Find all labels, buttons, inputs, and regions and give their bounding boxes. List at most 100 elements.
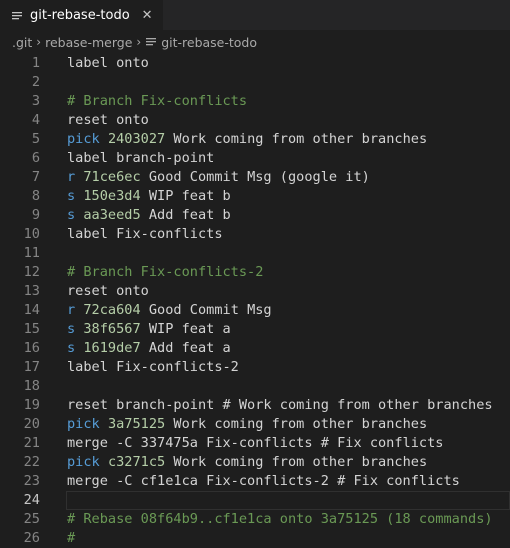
code-token: 2403027 [107, 131, 166, 147]
close-icon[interactable]: ✕ [142, 9, 153, 22]
code-token: 3a75125 [107, 416, 166, 432]
code-line[interactable]: 5 pick 2403027 Work coming from other bra… [0, 130, 510, 149]
code-text: r 72ca604 Good Commit Msg [40, 301, 272, 320]
code-text: reset onto [40, 111, 149, 130]
current-line-highlight [66, 491, 510, 510]
code-token: r [67, 302, 76, 318]
code-token: # [67, 530, 76, 546]
code-line[interactable]: 13 reset onto [0, 282, 510, 301]
code-token: Work coming from other branches [165, 454, 428, 470]
code-line[interactable]: 11 [0, 244, 510, 263]
code-line[interactable]: 12 # Branch Fix-conflicts-2 [0, 263, 510, 282]
breadcrumb-item-rebase-merge[interactable]: rebase-merge [45, 35, 132, 50]
line-number: 17 [23, 359, 40, 375]
code-line[interactable]: 6 label branch-point [0, 149, 510, 168]
chevron-right-icon: › [136, 35, 142, 49]
code-token: s [67, 207, 76, 223]
code-token: label Fix-conflicts-2 [67, 359, 239, 375]
code-line[interactable]: 22 pick c3271c5 Work coming from other br… [0, 453, 510, 472]
code-text: label Fix-conflicts [40, 225, 223, 244]
code-token: pick [67, 131, 100, 147]
code-line[interactable]: 26 # [0, 529, 510, 548]
code-token: reset onto [67, 112, 149, 128]
line-number: 12 [23, 264, 40, 280]
line-number: 16 [23, 340, 40, 356]
code-text: reset branch-point # Work coming from ot… [40, 396, 493, 415]
code-line[interactable]: 18 [0, 377, 510, 396]
code-text: # Branch Fix-conflicts-2 [40, 263, 263, 282]
file-lines-icon [145, 36, 157, 48]
line-number: 15 [23, 321, 40, 337]
code-text: label branch-point [40, 149, 214, 168]
code-token: WIP feat b [140, 188, 231, 204]
tab-bar: git-rebase-todo ✕ [0, 0, 510, 30]
line-number: 14 [23, 302, 40, 318]
code-token: 150e3d4 [83, 188, 141, 204]
line-number: 26 [23, 530, 40, 546]
code-text: pick c3271c5 Work coming from other bran… [40, 453, 427, 472]
code-token: aa3eed5 [83, 207, 141, 223]
code-text: merge -C cf1e1ca Fix-conflicts-2 # Fix c… [40, 472, 460, 491]
line-number: 6 [31, 150, 40, 166]
code-token: label branch-point [67, 150, 215, 166]
code-token: reset branch-point # Work coming from ot… [67, 397, 493, 413]
code-editor[interactable]: 1 label onto 2 3 # Branch Fix-conflicts 4 rese… [0, 54, 510, 548]
code-line[interactable]: 15 s 38f6567 WIP feat a [0, 320, 510, 339]
code-token: merge -C cf1e1ca Fix-conflicts-2 # Fix c… [67, 473, 460, 489]
code-text: r 71ce6ec Good Commit Msg (google it) [40, 168, 370, 187]
code-token: s [67, 188, 76, 204]
code-token: s [67, 321, 76, 337]
code-text: s 150e3d4 WIP feat b [40, 187, 231, 206]
line-number: 9 [31, 207, 40, 223]
code-line[interactable]: 8s 150e3d4 WIP feat b [0, 187, 510, 206]
code-text: s aa3eed5 Add feat b [40, 206, 231, 225]
code-line[interactable]: 21 merge -C 337475a Fix-conflicts # Fix c… [0, 434, 510, 453]
line-number: 8 [31, 188, 40, 204]
code-text: # [40, 529, 75, 548]
code-line[interactable]: 14 r 72ca604 Good Commit Msg [0, 301, 510, 320]
line-number: 10 [23, 226, 40, 242]
code-line[interactable]: 23 merge -C cf1e1ca Fix-conflicts-2 # Fix… [0, 472, 510, 491]
code-line[interactable]: 19 reset branch-point # Work coming from … [0, 396, 510, 415]
code-text: reset onto [40, 282, 149, 301]
code-token: # Branch Fix-conflicts [67, 93, 248, 109]
chevron-right-icon: › [36, 35, 42, 49]
line-number: 3 [31, 93, 40, 109]
line-number: 1 [31, 55, 40, 71]
code-line[interactable]: 9s aa3eed5 Add feat b [0, 206, 510, 225]
code-line[interactable]: 3 # Branch Fix-conflicts [0, 92, 510, 111]
code-text: pick 3a75125 Work coming from other bran… [40, 415, 427, 434]
code-line[interactable]: 1 label onto [0, 54, 510, 73]
code-line[interactable]: 4 reset onto [0, 111, 510, 130]
code-line[interactable]: 25 # Rebase 08f64b9..cf1e1ca onto 3a75125… [0, 510, 510, 529]
line-number: 25 [23, 511, 40, 527]
code-token: Good Commit Msg (google it) [140, 169, 370, 185]
code-token: # Rebase 08f64b9..cf1e1ca onto 3a75125 (… [67, 511, 493, 527]
breadcrumb-item-file[interactable]: git-rebase-todo [161, 35, 257, 50]
code-token: c3271c5 [107, 454, 166, 470]
code-line[interactable]: 17 label Fix-conflicts-2 [0, 358, 510, 377]
code-token: reset onto [67, 283, 149, 299]
line-number: 24 [23, 492, 40, 508]
code-line[interactable]: 2 [0, 73, 510, 92]
line-number: 5 [31, 131, 40, 147]
breadcrumb: .git › rebase-merge › git-rebase-todo [0, 30, 510, 54]
code-line[interactable]: 16 s 1619de7 Add feat a [0, 339, 510, 358]
code-text: s 38f6567 WIP feat a [40, 320, 231, 339]
tab-git-rebase-todo[interactable]: git-rebase-todo ✕ [0, 0, 163, 30]
code-line[interactable]: 10 label Fix-conflicts [0, 225, 510, 244]
code-line[interactable]: 7r 71ce6ec Good Commit Msg (google it) [0, 168, 510, 187]
code-line[interactable]: 20 pick 3a75125 Work coming from other br… [0, 415, 510, 434]
code-token: Work coming from other branches [165, 131, 428, 147]
code-token: 38f6567 [83, 321, 141, 337]
code-token: Work coming from other branches [165, 416, 428, 432]
tab-label: git-rebase-todo [30, 8, 130, 23]
line-number: 19 [23, 397, 40, 413]
code-token: Add feat a [140, 340, 231, 356]
line-number: 2 [31, 74, 40, 90]
breadcrumb-item-git[interactable]: .git [12, 35, 32, 50]
code-text: # Branch Fix-conflicts [40, 92, 247, 111]
